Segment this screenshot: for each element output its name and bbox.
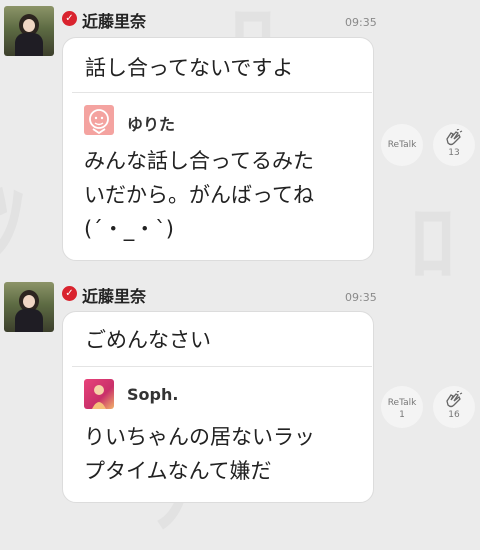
message-text: 話し合ってないですよ: [85, 56, 294, 80]
retalk-button[interactable]: ReTalk: [381, 124, 423, 166]
post-time: 09:35: [345, 16, 377, 29]
post-time: 09:35: [345, 291, 377, 304]
retalk-count: 1: [399, 410, 405, 420]
background-watermark: ﾂ: [0, 171, 25, 276]
author-name[interactable]: 近藤里奈: [82, 8, 146, 32]
quoted-text-line: (´・_・`): [84, 217, 174, 241]
quoted-text-line: りいちゃんの居ないラッ: [84, 425, 315, 449]
clap-button[interactable]: 16: [433, 386, 475, 428]
message-text: ごめんなさい: [85, 328, 211, 352]
quoted-author-name[interactable]: ゆりた: [127, 111, 175, 135]
pink-character-icon: [84, 105, 114, 135]
author-avatar[interactable]: [4, 282, 54, 332]
retalk-button[interactable]: ReTalk 1: [381, 386, 423, 428]
quoted-author-name[interactable]: Soph.: [127, 385, 178, 404]
clap-icon: [446, 129, 463, 146]
clap-count: 13: [448, 148, 460, 158]
author-name[interactable]: 近藤里奈: [82, 283, 146, 307]
photo-avatar-icon: [84, 379, 114, 409]
quoted-text-line: プタイムなんて嫌だ: [84, 459, 272, 483]
check-icon: ✓: [62, 11, 77, 26]
quoted-text-line: いだから。がんばってね: [84, 183, 314, 207]
quoted-talk[interactable]: ゆりた みんな話し合ってるみた いだから。がんばってね (´・_・`): [72, 92, 372, 259]
background-watermark: ﾛ: [410, 191, 455, 296]
check-icon: ✓: [62, 286, 77, 301]
clap-icon: [446, 391, 463, 408]
clap-count: 16: [448, 410, 460, 420]
clap-button[interactable]: 13: [433, 124, 475, 166]
author-avatar[interactable]: [4, 6, 54, 56]
quoted-talk[interactable]: Soph. りいちゃんの居ないラッ プタイムなんて嫌だ: [72, 366, 372, 501]
retalk-label: ReTalk: [387, 140, 417, 150]
retalk-label: ReTalk: [387, 398, 417, 408]
quoted-text-line: みんな話し合ってるみた: [84, 149, 314, 173]
